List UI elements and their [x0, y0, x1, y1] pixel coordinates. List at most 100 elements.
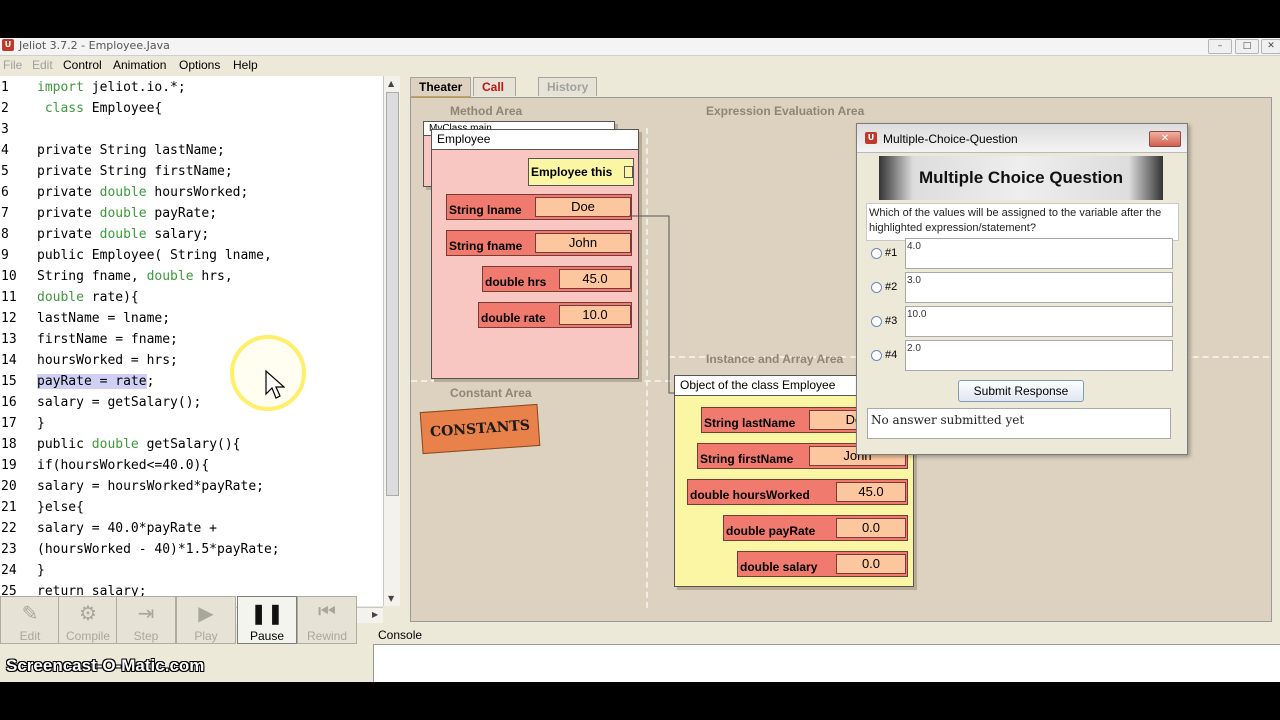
screencast-watermark: Screencast-O-Matic.com: [6, 656, 205, 675]
code-line[interactable]: class Employee{: [37, 98, 162, 119]
code-token: hrs,: [193, 269, 233, 284]
code-token: String fname,: [37, 269, 147, 284]
answer-status: No answer submitted yet: [867, 408, 1171, 439]
tab-call-tree[interactable]: Call Tree: [473, 77, 516, 112]
code-line[interactable]: salary = getSalary();: [37, 392, 201, 413]
line-number: 23: [1, 542, 17, 557]
code-line[interactable]: (hoursWorked - 40)*1.5*payRate;: [37, 539, 280, 560]
tab-history[interactable]: History: [538, 77, 598, 96]
code-token: hoursWorked = hrs;: [37, 353, 178, 368]
menu-edit[interactable]: Edit: [32, 58, 53, 72]
compile-label: Compile: [65, 629, 110, 643]
scroll-up-icon[interactable]: ▲: [388, 79, 394, 88]
frame-var-rate: double rate 10.0: [478, 302, 632, 328]
code-line[interactable]: private double payRate;: [37, 203, 217, 224]
code-line[interactable]: }else{: [37, 497, 84, 518]
code-token: payRate;: [146, 206, 218, 221]
step-button[interactable]: ⇥ Step: [116, 596, 176, 644]
code-token: private String lastName;: [37, 143, 225, 158]
question-header-text: Multiple Choice Question: [918, 168, 1123, 187]
var-name: String fname: [449, 239, 523, 253]
compile-button[interactable]: ⚙ Compile: [58, 596, 118, 644]
code-line[interactable]: private double salary;: [37, 224, 209, 245]
code-line[interactable]: lastName = lname;: [37, 308, 170, 329]
code-line[interactable]: }: [37, 413, 45, 434]
edit-button[interactable]: ✎ Edit: [0, 596, 60, 644]
line-number: 5: [1, 164, 9, 179]
code-token: salary;: [146, 227, 210, 242]
play-label: Play: [194, 629, 218, 643]
editor-vertical-scrollbar[interactable]: ▲ ▼: [383, 76, 400, 606]
code-keyword: double: [146, 269, 194, 284]
menu-options[interactable]: Options: [179, 58, 220, 72]
code-line[interactable]: hoursWorked = hrs;: [37, 350, 178, 371]
console-output[interactable]: [373, 644, 1280, 682]
option-4[interactable]: #4 2.0: [865, 340, 1185, 373]
option-value: 4.0: [905, 238, 1173, 269]
rewind-button[interactable]: ⏮ Rewind: [297, 596, 357, 644]
minimize-button[interactable]: –: [1208, 39, 1232, 54]
line-number: 7: [1, 206, 9, 221]
code-line[interactable]: if(hoursWorked<=40.0){: [37, 455, 209, 476]
edit-label: Edit: [19, 629, 41, 643]
code-line[interactable]: private double hoursWorked;: [37, 182, 248, 203]
tab-theater[interactable]: Theater: [410, 77, 472, 98]
console-label: Console: [378, 628, 423, 642]
option-1[interactable]: #1 4.0: [865, 238, 1185, 271]
line-number: 3: [1, 122, 9, 137]
field-value: 45.0: [836, 482, 906, 502]
option-1-radio[interactable]: [871, 248, 882, 259]
code-line[interactable]: public Employee( String lname,: [37, 245, 272, 266]
code-line[interactable]: private String lastName;: [37, 140, 225, 161]
menu-animation[interactable]: Animation: [113, 58, 166, 72]
code-keyword: class: [44, 101, 84, 116]
code-line[interactable]: payRate = rate;: [37, 371, 154, 392]
code-token: salary = 40.0*payRate +: [37, 521, 218, 536]
play-button[interactable]: ▶ Play: [176, 596, 236, 644]
code-line[interactable]: private String firstName;: [37, 161, 233, 182]
field-payrate: double payRate 0.0: [723, 515, 908, 541]
field-name: double hoursWorked: [690, 488, 810, 502]
option-2[interactable]: #2 3.0: [865, 272, 1185, 305]
code-token: ;: [146, 374, 155, 389]
constants-box: CONSTANTS: [419, 403, 541, 455]
dialog-close-button[interactable]: ✕: [1149, 131, 1181, 147]
scroll-right-icon[interactable]: ▶: [372, 610, 378, 619]
menu-control[interactable]: Control: [63, 58, 102, 72]
menu-help[interactable]: Help: [233, 58, 258, 72]
method-area-label: Method Area: [450, 104, 523, 118]
option-3-radio[interactable]: [871, 316, 882, 327]
submit-response-button[interactable]: Submit Response: [958, 380, 1084, 402]
code-line[interactable]: public double getSalary(){: [37, 434, 241, 455]
code-line[interactable]: }: [37, 560, 45, 581]
question-text: Which of the values will be assigned to …: [866, 203, 1179, 241]
option-number: #2: [885, 281, 898, 293]
code-line[interactable]: double rate){: [37, 287, 139, 308]
option-3[interactable]: #3 10.0: [865, 306, 1185, 339]
window-title: Jeliot 3.7.2 - Employee.Java: [19, 39, 170, 52]
code-line[interactable]: salary = 40.0*payRate +: [37, 518, 217, 539]
code-token: private: [37, 185, 100, 200]
line-number: 9: [1, 248, 9, 263]
var-value: John: [535, 233, 631, 253]
line-number: 14: [1, 353, 17, 368]
expression-area-label: Expression Evaluation Area: [706, 104, 865, 118]
option-value: 3.0: [905, 272, 1173, 303]
code-line[interactable]: salary = hoursWorked*payRate;: [37, 476, 264, 497]
option-2-radio[interactable]: [871, 282, 882, 293]
option-number: #4: [885, 349, 898, 361]
code-line[interactable]: import jeliot.io.*;: [37, 77, 186, 98]
frame-var-hrs: double hrs 45.0: [482, 266, 632, 292]
pause-button[interactable]: ❚❚ Pause: [237, 596, 297, 644]
scroll-down-icon[interactable]: ▼: [388, 594, 394, 603]
code-line[interactable]: firstName = fname;: [37, 329, 178, 350]
option-number: #1: [885, 247, 898, 259]
option-4-radio[interactable]: [871, 350, 882, 361]
field-hoursworked: double hoursWorked 45.0: [687, 479, 908, 505]
maximize-button[interactable]: □: [1235, 39, 1259, 54]
close-window-button[interactable]: ✕: [1261, 39, 1280, 54]
code-editor[interactable]: 1 import jeliot.io.*; 2 class Employee{3 4 p…: [0, 76, 384, 606]
code-line[interactable]: String fname, double hrs,: [37, 266, 233, 287]
scroll-thumb[interactable]: [386, 92, 399, 496]
menu-file[interactable]: File: [3, 58, 22, 72]
